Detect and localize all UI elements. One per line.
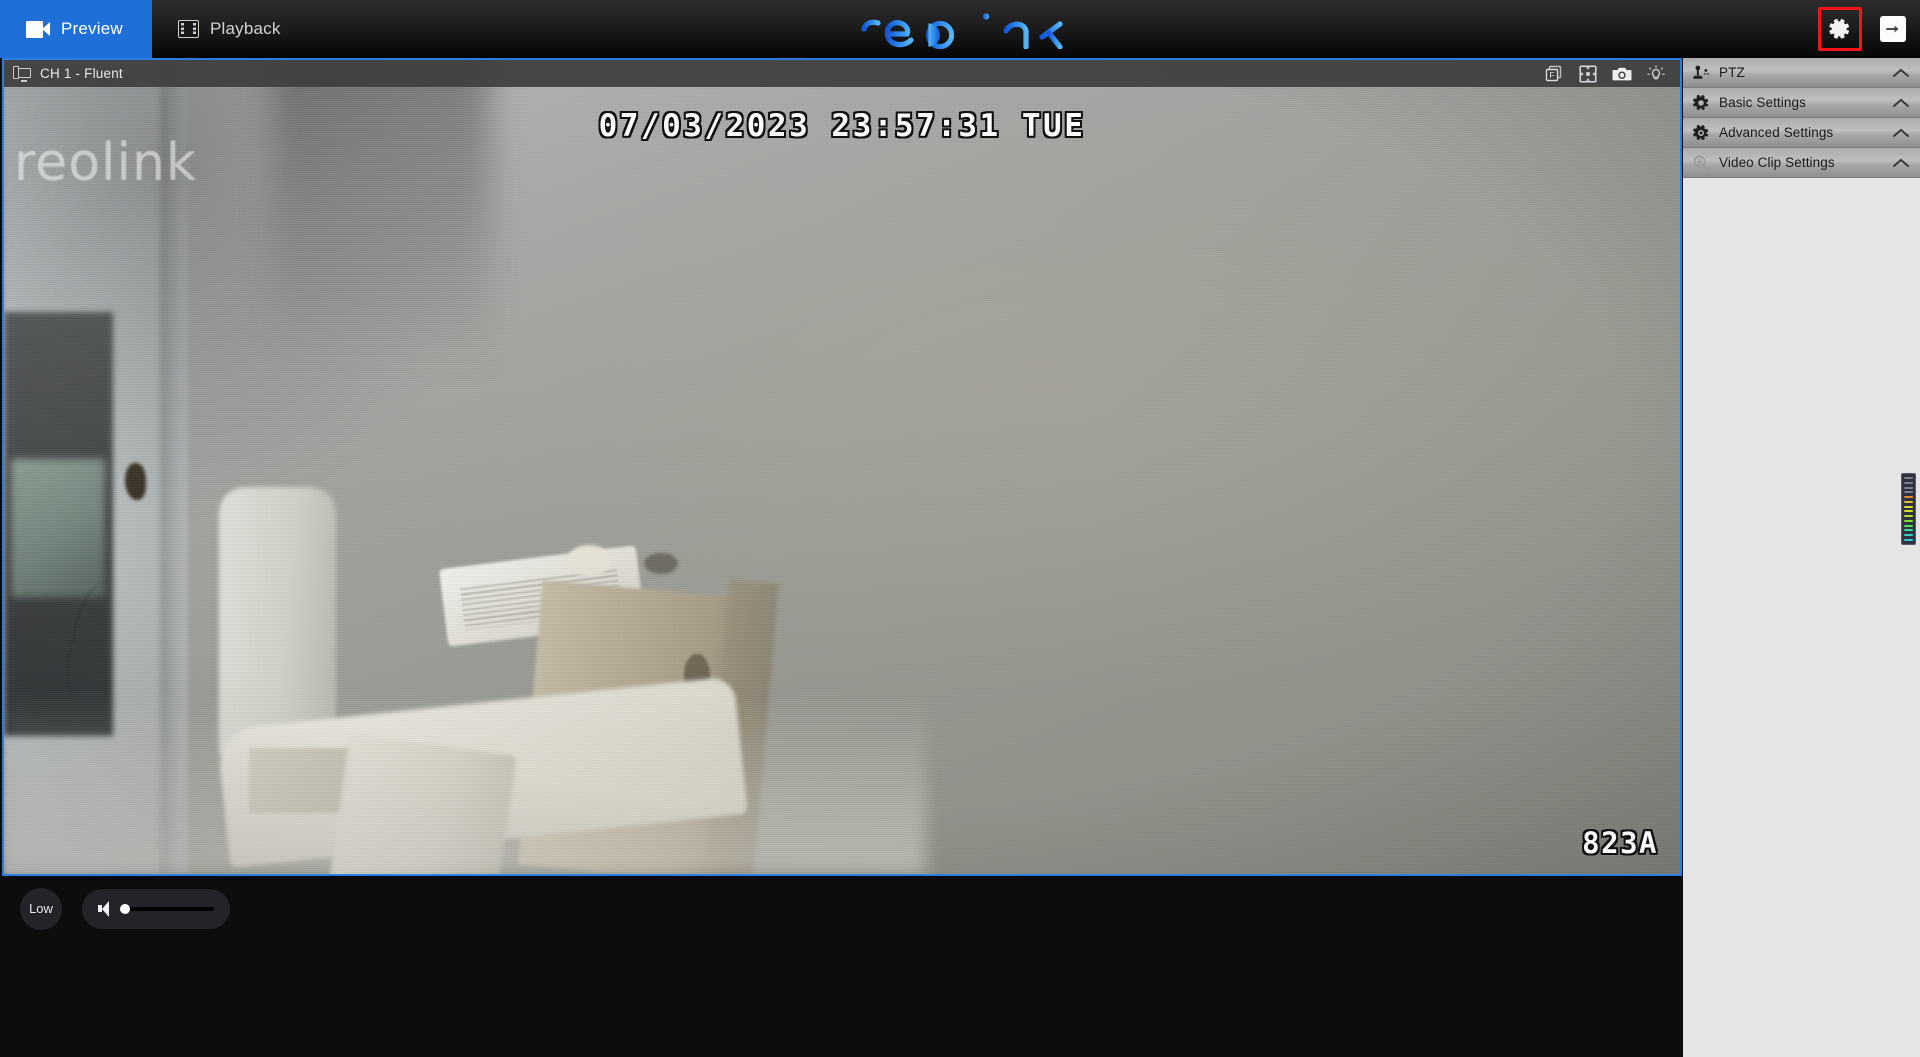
snapshot-icon[interactable]	[1612, 64, 1632, 84]
level-meter-segment	[1904, 477, 1913, 479]
fullscreen-icon[interactable]	[1578, 64, 1598, 84]
volume-slider-knob[interactable]	[120, 903, 130, 914]
volume-slider-track[interactable]	[120, 903, 214, 914]
tab-preview-label: Preview	[61, 19, 123, 38]
stream-quality-button[interactable]: Low	[20, 887, 62, 930]
filmstrip-icon	[178, 20, 199, 38]
level-meter-segment	[1904, 500, 1913, 503]
sidebar-content-panel	[1683, 178, 1920, 1057]
channel-title-bar: CH 1 - Fluent F	[4, 60, 1680, 87]
sidebar-item-advanced-settings[interactable]: Advanced Settings	[1683, 118, 1920, 148]
video-toolbar: F	[1544, 64, 1671, 84]
camera-live-scene	[4, 60, 1680, 874]
chevron-up-icon[interactable]	[1891, 66, 1911, 80]
top-header-bar: Preview Playback	[0, 0, 1920, 58]
level-meter-segment	[1904, 505, 1913, 508]
gear-filled-icon	[1693, 124, 1709, 140]
settings-button[interactable]	[1818, 7, 1862, 51]
gear-icon	[1829, 18, 1850, 39]
level-meter-segment	[1904, 515, 1913, 518]
level-meter-segment	[1904, 529, 1913, 532]
speaker-icon[interactable]	[98, 900, 112, 917]
floodlight-icon[interactable]	[1646, 64, 1666, 84]
sidebar-item-basic-settings[interactable]: Basic Settings	[1683, 88, 1920, 118]
ptz-joystick-icon	[1693, 65, 1709, 79]
tab-playback[interactable]: Playback	[152, 0, 307, 58]
tab-preview[interactable]: Preview	[0, 0, 152, 58]
chevron-up-icon[interactable]	[1891, 96, 1911, 110]
gear-icon	[1693, 94, 1709, 110]
sidebar-item-basic-settings-label: Basic Settings	[1719, 95, 1806, 110]
settings-sidebar: PTZ Basic Settings Advanced Settings Vid…	[1682, 58, 1920, 1057]
channel-label: CH 1 - Fluent	[40, 66, 123, 81]
level-meter-segment	[1904, 510, 1913, 513]
svg-text:F: F	[1549, 70, 1554, 80]
level-meter-segment	[1904, 486, 1913, 489]
level-meter-segment	[1904, 534, 1913, 537]
volume-control[interactable]	[82, 888, 230, 929]
sidebar-item-ptz-label: PTZ	[1719, 65, 1745, 80]
header-actions	[1818, 0, 1906, 58]
tab-playback-label: Playback	[210, 19, 281, 38]
camcorder-icon	[26, 20, 50, 38]
video-stage: reolink 07/03/2023 23:57:31 TUE 823A CH …	[0, 58, 1682, 880]
chevron-up-icon[interactable]	[1891, 126, 1911, 140]
level-meter-segment	[1904, 481, 1913, 484]
exit-button[interactable]	[1880, 16, 1906, 42]
player-bottom-bar: Low	[0, 880, 1682, 937]
level-meter-segment	[1904, 538, 1913, 541]
osd-timestamp: 07/03/2023 23:57:31 TUE	[598, 108, 1086, 144]
level-meter-segment	[1904, 519, 1913, 522]
exit-arrow-icon	[1886, 25, 1899, 33]
sidebar-item-video-clip-settings[interactable]: Video Clip Settings	[1683, 148, 1920, 178]
monitor-icon	[13, 65, 31, 82]
stream-quality-label: Low	[29, 901, 53, 916]
level-meter-segment	[1904, 491, 1913, 494]
osd-camera-name: 823A	[1582, 826, 1658, 860]
video-player[interactable]: reolink 07/03/2023 23:57:31 TUE 823A CH …	[2, 58, 1682, 876]
sidebar-item-advanced-settings-label: Advanced Settings	[1719, 125, 1834, 140]
sidebar-item-video-clip-settings-label: Video Clip Settings	[1719, 155, 1835, 170]
sidebar-item-ptz[interactable]: PTZ	[1683, 58, 1920, 88]
signal-level-meter[interactable]	[1901, 473, 1916, 545]
chevron-up-icon[interactable]	[1891, 156, 1911, 170]
zoom-in-icon	[1693, 155, 1709, 171]
level-meter-segment	[1904, 496, 1913, 499]
fluent-stream-icon[interactable]: F	[1544, 64, 1564, 84]
level-meter-segment	[1904, 524, 1913, 527]
